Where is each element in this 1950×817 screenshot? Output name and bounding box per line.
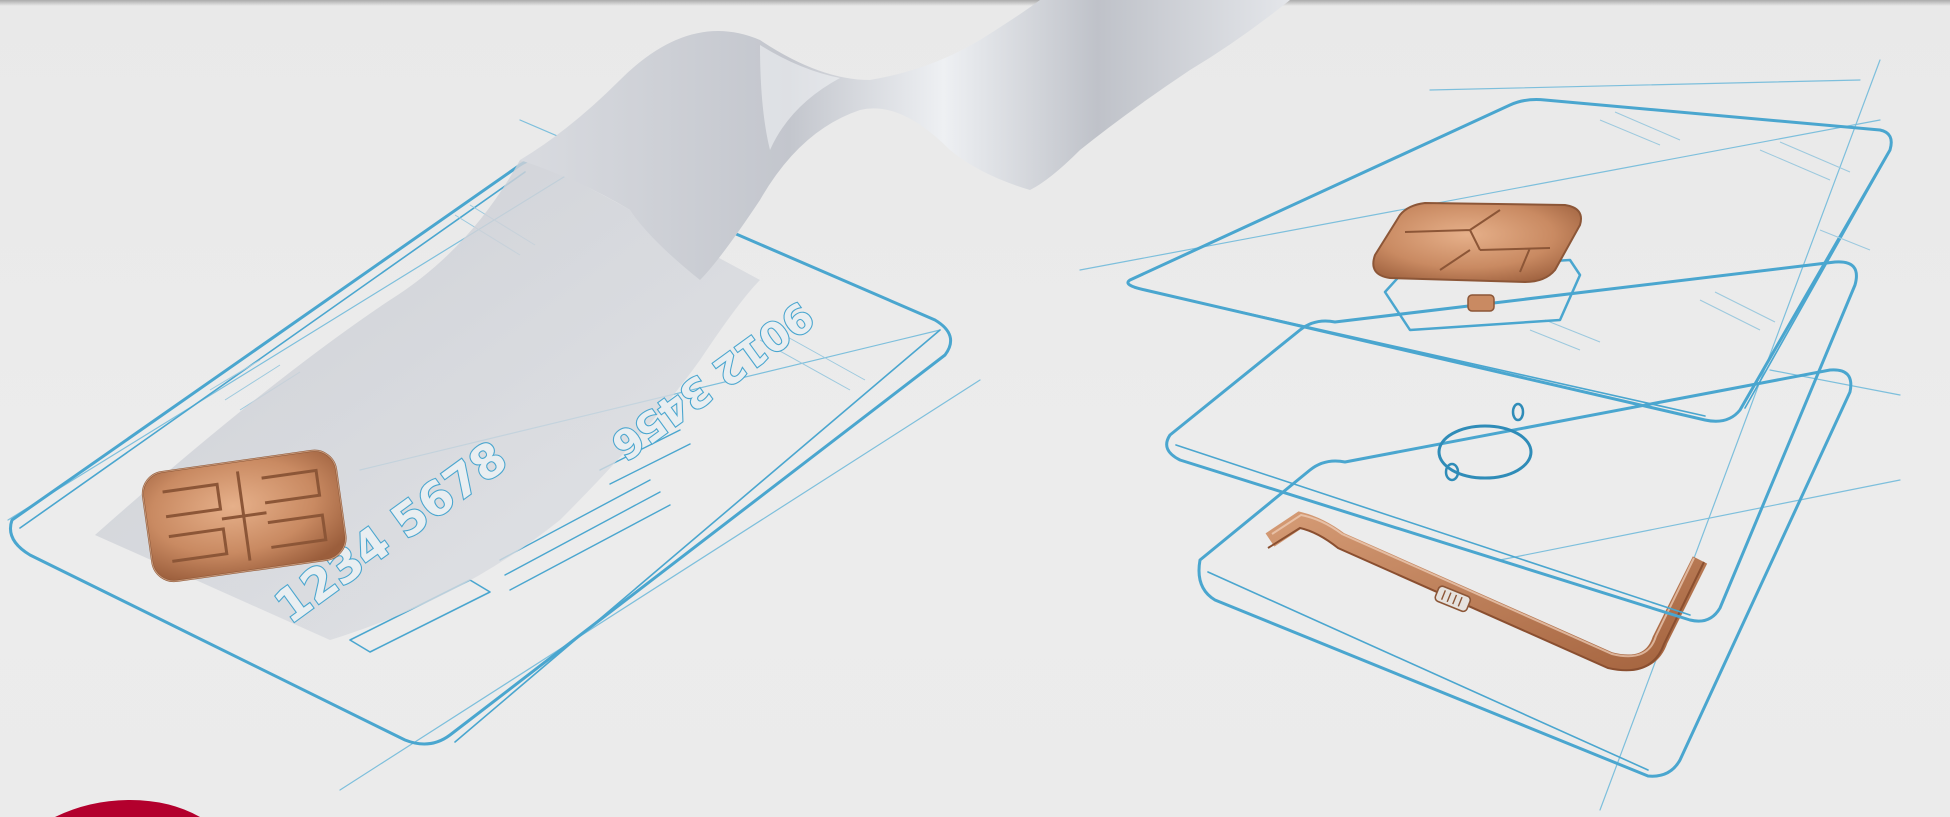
core-layer: [1165, 260, 1858, 623]
antenna-inlay-layer: [1197, 368, 1853, 778]
hatching-mid: [1529, 291, 1776, 351]
floating-chip-module: [1372, 201, 1582, 284]
hatching-top: [1599, 111, 1871, 251]
top-card-layer: [1126, 98, 1893, 423]
chip-contact-pad: [1467, 294, 1495, 312]
brand-badge: [55, 800, 200, 817]
illustration-stage: 1234 5678 9012 3456: [0, 0, 1950, 817]
smart-card-layers-illustration: 1234 5678 9012 3456: [7, 0, 1901, 817]
